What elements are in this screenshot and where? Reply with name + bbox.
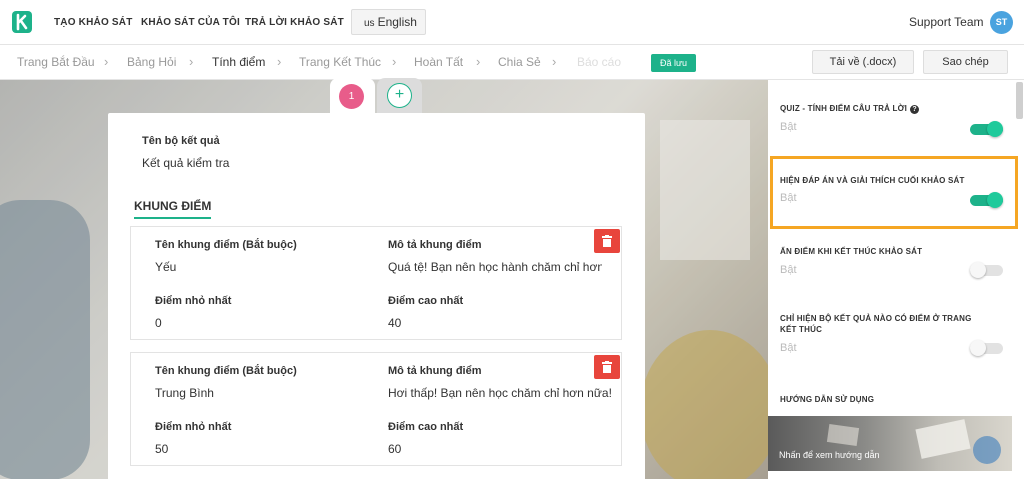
range-min-value[interactable]: 0: [155, 316, 162, 330]
range-min-label: Điểm nhỏ nhất: [155, 295, 232, 307]
range-min-label: Điểm nhỏ nhất: [155, 421, 232, 433]
setting-quiz-state: Bật: [780, 121, 797, 133]
range-description-value[interactable]: Quá tệ! Bạn nên học hành chăm chỉ hơn nữ…: [388, 260, 602, 274]
trash-icon: [602, 361, 612, 373]
step-scoring[interactable]: Tính điểm: [212, 55, 265, 69]
delete-range-button[interactable]: [594, 229, 620, 253]
nav-my-surveys[interactable]: KHẢO SÁT CỦA TÔI: [141, 17, 240, 28]
nav-create-survey[interactable]: TẠO KHẢO SÁT: [54, 17, 133, 28]
step-breadcrumb: Trang Bắt Đầu › Bảng Hỏi › Tính điểm › T…: [0, 45, 1024, 80]
chevron-right-icon: ›: [552, 54, 557, 69]
chevron-right-icon: ›: [189, 54, 194, 69]
step-end-page[interactable]: Trang Kết Thúc: [299, 55, 381, 69]
range-max-value[interactable]: 40: [388, 316, 401, 330]
hide-score-toggle[interactable]: [970, 262, 1003, 278]
range-name-value[interactable]: Trung Bình: [155, 386, 214, 400]
kwiksurveys-logo-icon[interactable]: [12, 11, 32, 33]
delete-range-button[interactable]: [594, 355, 620, 379]
sidebar-scrollbar[interactable]: [1016, 82, 1023, 119]
range-name-label: Tên khung điểm (Bắt buộc): [155, 365, 297, 377]
range-min-value[interactable]: 50: [155, 442, 168, 456]
plus-icon: +: [387, 83, 412, 108]
highlight-box: [770, 156, 1018, 229]
guide-banner-text: Nhấn để xem hướng dẫn: [779, 450, 880, 460]
result-sets-toggle[interactable]: [970, 340, 1003, 356]
step-start-page[interactable]: Trang Bắt Đầu: [17, 55, 95, 69]
us-flag-icon: us: [364, 18, 375, 29]
saved-status-badge: Đã lưu: [651, 54, 696, 72]
avatar[interactable]: ST: [990, 11, 1013, 34]
add-page-tab[interactable]: +: [377, 78, 422, 114]
trash-icon: [602, 235, 612, 247]
range-name-value[interactable]: Yếu: [155, 260, 176, 274]
range-max-value[interactable]: 60: [388, 442, 401, 456]
chevron-right-icon: ›: [277, 54, 282, 69]
guide-banner[interactable]: Nhấn để xem hướng dẫn: [768, 416, 1012, 471]
copy-button[interactable]: Sao chép: [923, 50, 1008, 74]
quiz-scoring-toggle[interactable]: [970, 121, 1003, 137]
setting-result-sets-title: CHỈ HIỆN BỘ KẾT QUẢ NÀO CÓ ĐIỂM Ở TRANG …: [780, 314, 972, 334]
top-navbar: TẠO KHẢO SÁT KHẢO SÁT CỦA TÔI TRẢ LỜI KH…: [0, 0, 1024, 45]
step-share[interactable]: Chia Sẻ: [498, 55, 541, 69]
range-name-label: Tên khung điểm (Bắt buộc): [155, 239, 297, 251]
step-questionnaire[interactable]: Bảng Hỏi: [127, 55, 176, 69]
page-number-badge: 1: [339, 84, 364, 109]
setting-hide-score-title: ẨN ĐIỂM KHI KẾT THÚC KHẢO SÁT: [780, 247, 923, 256]
language-label: English: [377, 15, 417, 29]
support-team-link[interactable]: Support Team: [909, 15, 984, 29]
chevron-right-icon: ›: [392, 54, 397, 69]
range-max-label: Điểm cao nhất: [388, 295, 464, 307]
range-description-label: Mô tả khung điểm: [388, 239, 482, 251]
range-description-label: Mô tả khung điểm: [388, 365, 482, 377]
setting-hide-score-state: Bật: [780, 264, 797, 276]
score-range-item: Tên khung điểm (Bắt buộc) Yếu Mô tả khun…: [130, 226, 622, 340]
chevron-right-icon: ›: [476, 54, 481, 69]
download-docx-button[interactable]: Tải về (.docx): [812, 50, 914, 74]
range-max-label: Điểm cao nhất: [388, 421, 464, 433]
step-complete[interactable]: Hoàn Tất: [414, 55, 463, 69]
result-set-name-label: Tên bộ kết quả: [142, 135, 220, 147]
help-icon[interactable]: ?: [910, 105, 920, 114]
score-range-item: Tên khung điểm (Bắt buộc) Trung Bình Mô …: [130, 352, 622, 466]
step-report[interactable]: Báo cáo: [577, 55, 621, 69]
setting-quiz-title: QUIZ - TÍNH ĐIỂM CÂU TRẢ LỜI?: [780, 103, 990, 114]
chevron-right-icon: ›: [104, 54, 109, 69]
score-ranges-heading: KHUNG ĐIỂM: [134, 199, 212, 219]
result-set-name-value[interactable]: Kết quả kiểm tra: [142, 156, 229, 170]
language-selector[interactable]: us English: [351, 9, 426, 35]
nav-answer-surveys[interactable]: TRẢ LỜI KHẢO SÁT: [245, 17, 344, 28]
range-description-value[interactable]: Hơi thấp! Bạn nên học chăm chỉ hơn nữa!: [388, 386, 612, 400]
setting-result-sets-state: Bật: [780, 342, 797, 354]
result-set-card: Tên bộ kết quả Kết quả kiểm tra KHUNG ĐI…: [108, 113, 645, 479]
page-tab-1[interactable]: 1: [330, 78, 375, 114]
guide-heading: HƯỚNG DẪN SỬ DỤNG: [780, 395, 875, 404]
